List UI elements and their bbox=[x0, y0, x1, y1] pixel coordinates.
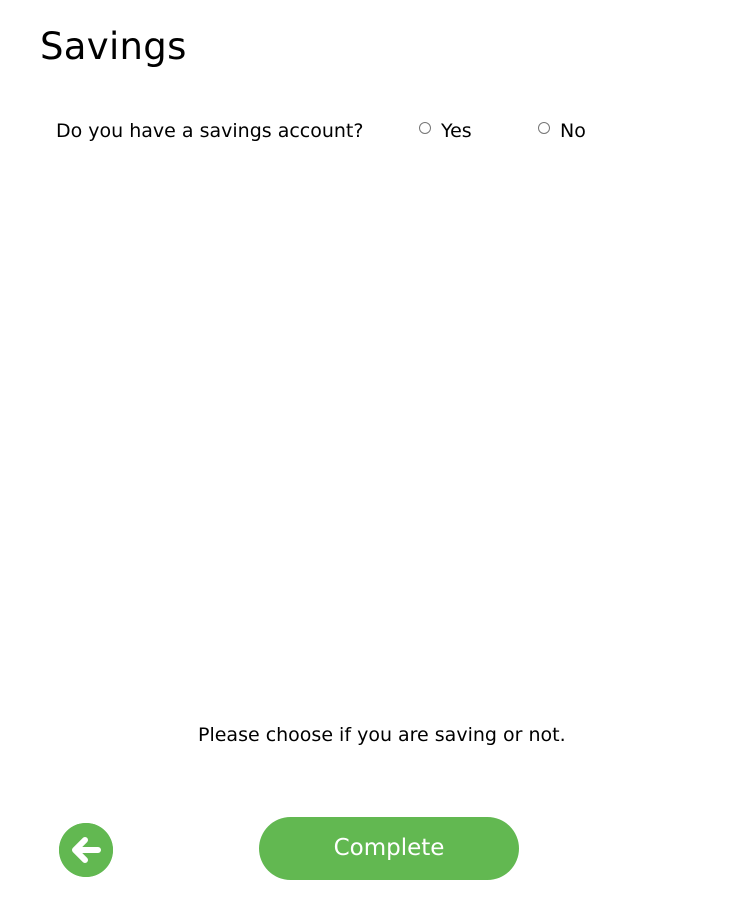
complete-button[interactable]: Complete bbox=[259, 817, 519, 880]
savings-question: Do you have a savings account? Yes No bbox=[56, 118, 696, 144]
arrow-left-icon[interactable] bbox=[59, 823, 113, 877]
question-label: Do you have a savings account? bbox=[56, 120, 364, 142]
radio-no-input[interactable] bbox=[538, 122, 550, 134]
page-title: Savings bbox=[40, 25, 187, 68]
back-button[interactable] bbox=[59, 823, 113, 877]
radio-no-label[interactable]: No bbox=[560, 118, 586, 144]
validation-hint: Please choose if you are saving or not. bbox=[198, 724, 566, 746]
radio-yes-input[interactable] bbox=[419, 122, 431, 134]
radio-yes-label[interactable]: Yes bbox=[441, 118, 472, 144]
